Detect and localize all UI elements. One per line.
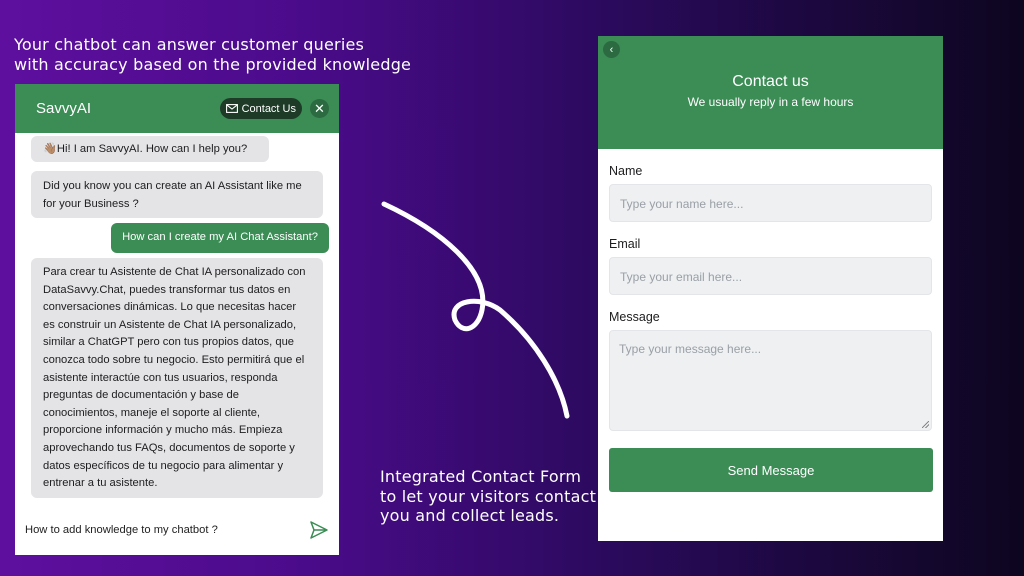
message-field[interactable]: Type your message here...	[609, 330, 932, 431]
message-list: 👋🏽Hi! I am SavvyAI. How can I help you? …	[15, 133, 339, 498]
bot-message: 👋🏽Hi! I am SavvyAI. How can I help you?	[31, 136, 269, 162]
bot-message: Did you know you can create an AI Assist…	[31, 171, 323, 218]
chat-title: SavvyAI	[36, 100, 92, 117]
back-arrow-icon: ‹	[609, 43, 614, 56]
send-message-button[interactable]: Send Message	[609, 448, 933, 492]
chat-header: SavvyAI Contact Us ✕	[15, 84, 339, 133]
send-icon[interactable]	[309, 520, 329, 540]
name-label: Name	[609, 164, 643, 178]
email-label: Email	[609, 237, 641, 251]
chat-widget: SavvyAI Contact Us ✕ 👋🏽Hi! I am SavvyAI.…	[15, 84, 339, 555]
email-placeholder: Type your email here...	[620, 270, 743, 284]
caption-top: Your chatbot can answer customer queries…	[14, 35, 411, 74]
caption-line: with accuracy based on the provided know…	[14, 54, 412, 74]
contact-us-label: Contact Us	[241, 102, 296, 115]
send-message-label: Send Message	[727, 462, 815, 478]
form-title: Contact us	[732, 73, 809, 90]
name-field[interactable]: Type your name here...	[609, 184, 932, 222]
mail-icon	[225, 104, 238, 113]
caption-line: you and collect leads.	[380, 506, 560, 525]
chat-input[interactable]: How to add knowledge to my chatbot ?	[15, 505, 339, 555]
back-button[interactable]: ‹	[603, 41, 620, 58]
email-field[interactable]: Type your email here...	[609, 257, 932, 295]
caption-bottom: Integrated Contact Form to let your visi…	[380, 467, 596, 526]
message-placeholder: Type your message here...	[619, 342, 762, 356]
close-icon: ✕	[314, 100, 325, 116]
bot-message: Para crear tu Asistente de Chat IA perso…	[31, 258, 323, 498]
contact-form: ‹ Contact us We usually reply in a few h…	[598, 36, 943, 541]
name-placeholder: Type your name here...	[620, 197, 744, 211]
user-message: How can I create my AI Chat Assistant?	[111, 223, 329, 253]
chat-input-text[interactable]: How to add knowledge to my chatbot ?	[25, 524, 309, 536]
caption-line: Integrated Contact Form	[380, 467, 582, 486]
close-button[interactable]: ✕	[310, 99, 329, 118]
resize-grip[interactable]	[922, 421, 929, 428]
curved-arrow	[381, 201, 570, 419]
contact-us-button[interactable]: Contact Us	[219, 98, 302, 119]
caption-line: Your chatbot can answer customer queries	[14, 35, 365, 54]
message-label: Message	[609, 310, 660, 324]
caption-line: to let your visitors contact	[380, 486, 597, 506]
form-header: ‹ Contact us We usually reply in a few h…	[598, 36, 943, 149]
form-subtitle: We usually reply in a few hours	[687, 95, 854, 109]
